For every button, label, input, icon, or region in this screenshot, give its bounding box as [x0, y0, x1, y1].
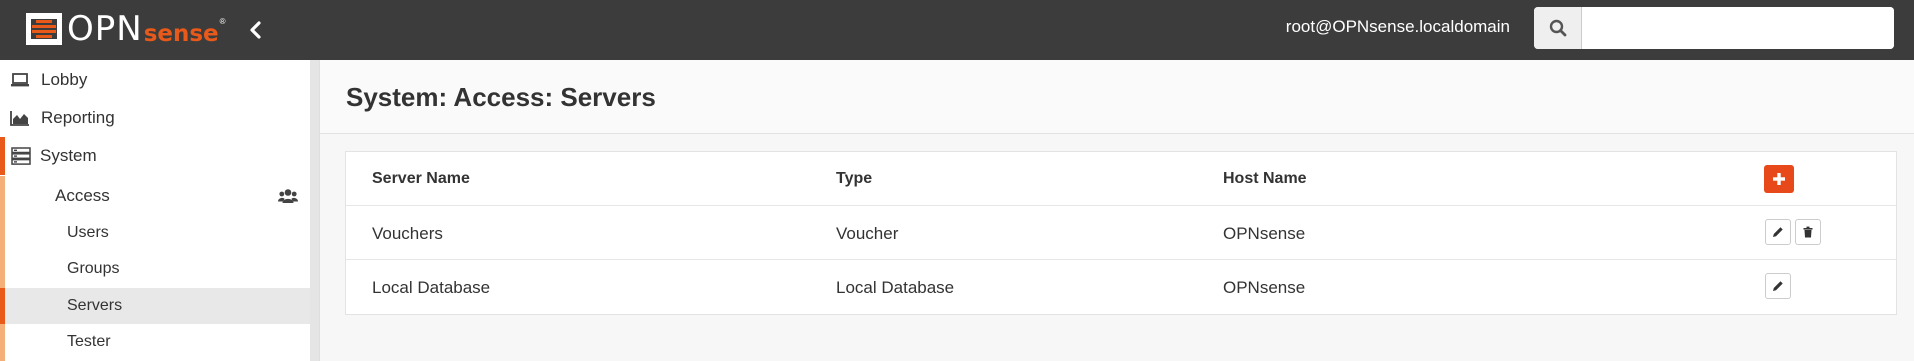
logo-registered-mark: ®: [219, 16, 226, 26]
search-icon: [1549, 19, 1566, 37]
top-navbar: OPN sense ® root@OPNsense.localdomain: [0, 0, 1914, 60]
user-menu[interactable]: root@OPNsense.localdomain: [1286, 17, 1510, 37]
sidebar-item-label: Lobby: [41, 70, 88, 89]
opnsense-logo[interactable]: OPN sense ®: [24, 9, 226, 49]
logo-text-sense: sense: [143, 21, 219, 47]
add-server-button[interactable]: [1764, 165, 1794, 193]
pencil-icon: [1773, 227, 1783, 237]
trash-icon: [1803, 226, 1813, 238]
sidebar-item-label: System: [40, 146, 97, 165]
logo-mark-icon: [26, 13, 62, 45]
sidebar-item-access[interactable]: Access: [0, 176, 310, 215]
page-title: System: Access: Servers: [346, 82, 656, 112]
server-name-cell: Local Database: [372, 278, 491, 297]
sidebar-item-label: Users: [67, 224, 109, 241]
host-name-cell: OPNsense: [1223, 224, 1306, 243]
table-header-row: Server Name Type Host Name: [346, 152, 1896, 206]
page-header: System: Access: Servers: [320, 60, 1914, 134]
sidebar-item-lobby[interactable]: Lobby: [0, 61, 310, 99]
server-type-cell: Voucher: [836, 224, 899, 243]
server-name-cell: Vouchers: [372, 224, 443, 243]
area-chart-icon: [10, 111, 29, 126]
sidebar-item-groups[interactable]: Groups: [0, 251, 310, 287]
sidebar-item-system[interactable]: System: [0, 137, 310, 175]
table-row: Vouchers Voucher OPNsense: [346, 206, 1896, 260]
plus-icon: [1773, 173, 1785, 185]
sidebar-item-label: Access: [55, 186, 110, 205]
delete-button[interactable]: [1795, 219, 1821, 245]
sidebar-item-label: Servers: [67, 297, 123, 314]
column-header-server-name: Server Name: [372, 170, 470, 187]
search-input[interactable]: [1582, 7, 1894, 49]
search-box: [1534, 7, 1894, 49]
users-icon: [278, 189, 298, 203]
column-header-host-name: Host Name: [1223, 170, 1307, 187]
sidebar-collapse-button[interactable]: [243, 17, 267, 43]
column-header-type: Type: [836, 170, 873, 187]
logo-text-opn: OPN: [67, 9, 143, 49]
sidebar-item-label: Reporting: [41, 108, 115, 127]
search-addon[interactable]: [1534, 7, 1582, 49]
sidebar-item-tester[interactable]: Tester: [0, 324, 310, 360]
sidebar-item-users[interactable]: Users: [0, 215, 310, 251]
edit-button[interactable]: [1765, 273, 1791, 299]
table-row: Local Database Local Database OPNsense: [346, 260, 1896, 313]
server-icon: [11, 147, 31, 165]
server-type-cell: Local Database: [836, 278, 955, 297]
pencil-icon: [1773, 281, 1783, 291]
sidebar-item-reporting[interactable]: Reporting: [0, 99, 310, 137]
host-name-cell: OPNsense: [1223, 278, 1306, 297]
sidebar-scrollbar[interactable]: [310, 60, 320, 361]
sidebar-item-label: Tester: [67, 333, 111, 350]
chevron-left-icon: [250, 21, 261, 39]
sidebar-item-servers[interactable]: Servers: [0, 288, 310, 324]
laptop-icon: [11, 73, 29, 87]
servers-table: Server Name Type Host Name Vouchers Vouc…: [345, 151, 1897, 315]
edit-button[interactable]: [1765, 219, 1791, 245]
sidebar-item-label: Groups: [67, 260, 120, 277]
